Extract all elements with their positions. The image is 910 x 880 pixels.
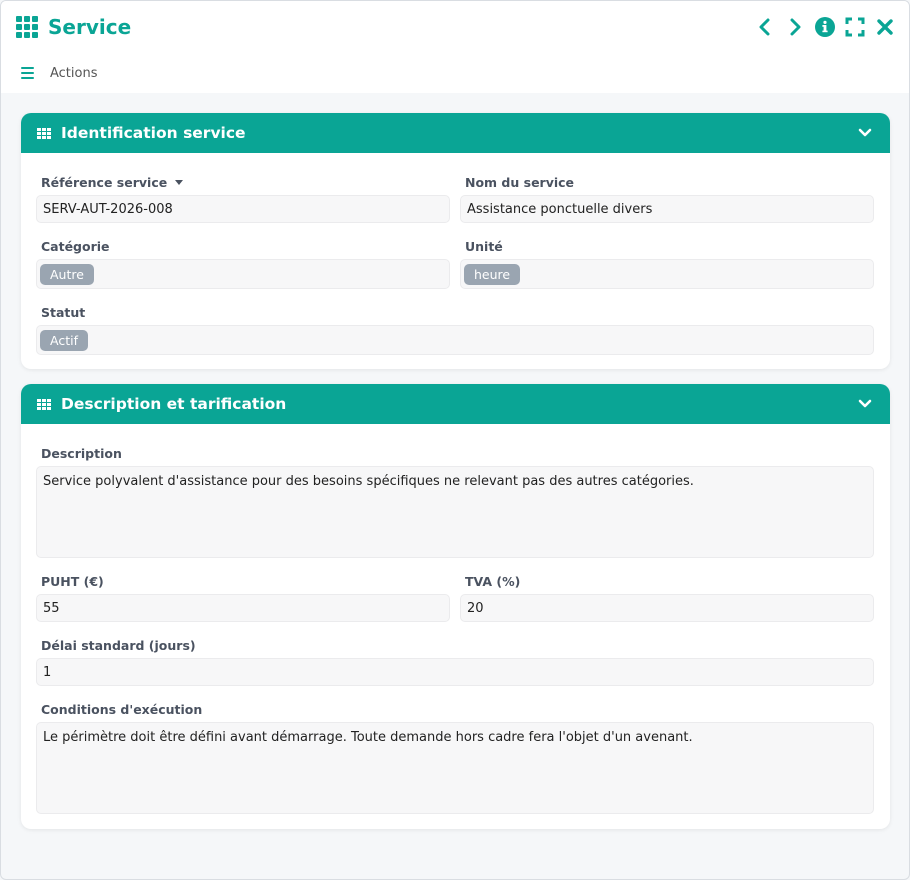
description-field[interactable]: Service polyvalent d'assistance pour des… bbox=[36, 466, 874, 558]
category-label: Catégorie bbox=[41, 239, 110, 254]
description-value: Service polyvalent d'assistance pour des… bbox=[43, 474, 694, 489]
table-icon bbox=[37, 127, 51, 139]
unit-label: Unité bbox=[465, 239, 503, 254]
conditions-field[interactable]: Le périmètre doit être défini avant déma… bbox=[36, 722, 874, 814]
unit-chip: heure bbox=[464, 263, 521, 285]
grid-icon bbox=[16, 16, 38, 38]
chevron-down-icon[interactable] bbox=[858, 128, 872, 138]
category-chip: Autre bbox=[40, 263, 94, 285]
caret-down-icon[interactable] bbox=[175, 180, 184, 185]
delay-label: Délai standard (jours) bbox=[41, 638, 196, 653]
title-bar: Service bbox=[1, 1, 909, 53]
name-field[interactable]: Assistance ponctuelle divers bbox=[460, 195, 874, 223]
status-chip: Actif bbox=[40, 329, 88, 351]
window-title: Service bbox=[48, 15, 132, 39]
category-field[interactable]: Autre bbox=[36, 259, 450, 289]
chevron-right-icon[interactable] bbox=[785, 17, 805, 37]
service-window: Service Actions Identification service R… bbox=[0, 0, 910, 880]
description-title: Description et tarification bbox=[61, 395, 287, 413]
unit-field[interactable]: heure bbox=[460, 259, 874, 289]
close-icon[interactable] bbox=[875, 17, 895, 37]
actions-bar: Actions bbox=[1, 53, 909, 93]
reference-field[interactable]: SERV-AUT-2026-008 bbox=[36, 195, 450, 223]
status-field[interactable]: Actif bbox=[36, 325, 874, 355]
actions-menu[interactable]: Actions bbox=[50, 66, 98, 81]
table-icon bbox=[37, 398, 51, 410]
conditions-value: Le périmètre doit être défini avant déma… bbox=[43, 730, 693, 745]
chevron-left-icon[interactable] bbox=[755, 17, 775, 37]
tva-value: 20 bbox=[467, 600, 484, 616]
puht-value: 55 bbox=[43, 600, 60, 616]
identification-section: Identification service Référence service… bbox=[21, 113, 890, 369]
tva-label: TVA (%) bbox=[465, 574, 521, 589]
window-controls bbox=[755, 17, 895, 37]
title-group: Service bbox=[16, 15, 131, 39]
fullscreen-icon[interactable] bbox=[845, 17, 865, 37]
conditions-label: Conditions d'exécution bbox=[41, 702, 203, 717]
puht-field[interactable]: 55 bbox=[36, 594, 450, 622]
identification-title: Identification service bbox=[61, 124, 246, 142]
name-value: Assistance ponctuelle divers bbox=[467, 201, 653, 217]
hamburger-icon[interactable] bbox=[21, 67, 34, 79]
reference-value: SERV-AUT-2026-008 bbox=[43, 201, 173, 217]
delay-value: 1 bbox=[43, 664, 52, 680]
name-label: Nom du service bbox=[465, 175, 575, 190]
description-section: Description et tarification Description … bbox=[21, 384, 890, 829]
tva-field[interactable]: 20 bbox=[460, 594, 874, 622]
description-label: Description bbox=[41, 446, 122, 461]
info-icon[interactable] bbox=[815, 17, 835, 37]
puht-label: PUHT (€) bbox=[41, 574, 104, 589]
chevron-down-icon[interactable] bbox=[858, 399, 872, 409]
reference-label[interactable]: Référence service bbox=[41, 175, 184, 190]
description-header[interactable]: Description et tarification bbox=[21, 384, 890, 424]
status-label: Statut bbox=[41, 305, 86, 320]
delay-field[interactable]: 1 bbox=[36, 658, 874, 686]
identification-header[interactable]: Identification service bbox=[21, 113, 890, 153]
